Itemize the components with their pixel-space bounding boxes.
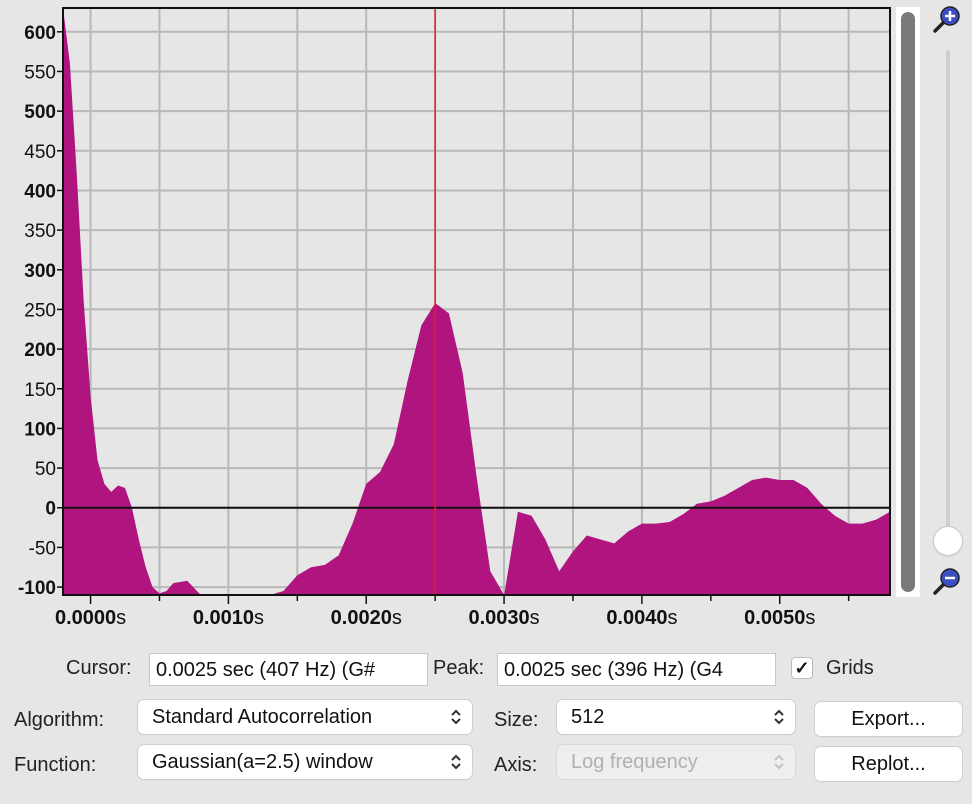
y-tick-label: 600 [24,23,56,44]
function-value: Gaussian(a=2.5) window [152,751,373,773]
size-value: 512 [571,706,605,728]
size-label: Size: [494,709,539,731]
y-tick-label: 150 [24,380,56,401]
x-tick-label: 0.0010s [193,607,264,629]
y-tick-label: 0 [45,499,56,520]
grids-checkbox[interactable]: ✓ [791,657,813,679]
replot-button[interactable]: Replot... [815,747,962,781]
x-tick-label: 0.0000s [55,607,126,629]
grids-label: Grids [826,657,874,679]
y-tick-label: 400 [24,181,56,202]
y-tick-label: 500 [24,102,56,123]
function-label: Function: [14,754,97,776]
axis-select[interactable]: Log frequency [557,745,795,779]
chevron-updown-icon [450,700,462,740]
chevron-updown-icon [773,745,785,785]
cursor-field[interactable]: 0.0025 sec (407 Hz) (G# [149,653,428,686]
y-tick-label: -50 [29,538,56,559]
axis-value: Log frequency [571,751,698,773]
x-tick-label: 0.0020s [331,607,402,629]
y-tick-label: 250 [24,300,56,321]
x-tick-label: 0.0040s [606,607,677,629]
peak-label: Peak: [433,657,485,679]
chevron-updown-icon [773,700,785,740]
axis-label: Axis: [494,754,538,776]
peak-field[interactable]: 0.0025 sec (396 Hz) (G4 [497,653,776,686]
algorithm-label: Algorithm: [14,709,105,731]
chevron-updown-icon [450,745,462,785]
zoom-slider-track[interactable] [946,50,950,530]
zoom-slider-knob[interactable] [934,527,962,555]
x-tick-label: 0.0030s [468,607,539,629]
y-tick-label: -100 [18,578,56,599]
zoom-in-icon[interactable] [932,4,962,34]
zoom-out-icon[interactable] [932,566,962,596]
y-tick-label: 200 [24,340,56,361]
y-tick-label: 50 [35,459,56,480]
y-tick-label: 350 [24,221,56,242]
y-tick-label: 300 [24,261,56,282]
function-select[interactable]: Gaussian(a=2.5) window [138,745,472,779]
export-button[interactable]: Export... [815,702,962,736]
plot-area[interactable]: 600550500450400350300250200150100500-50-… [0,0,972,640]
cursor-label: Cursor: [66,657,132,679]
size-select[interactable]: 512 [557,700,795,734]
algorithm-value: Standard Autocorrelation [152,706,373,728]
y-tick-label: 100 [24,419,56,440]
y-tick-label: 450 [24,142,56,163]
y-tick-label: 550 [24,62,56,83]
algorithm-select[interactable]: Standard Autocorrelation [138,700,472,734]
x-tick-label: 0.0050s [744,607,815,629]
scrollbar-thumb[interactable] [901,12,915,592]
